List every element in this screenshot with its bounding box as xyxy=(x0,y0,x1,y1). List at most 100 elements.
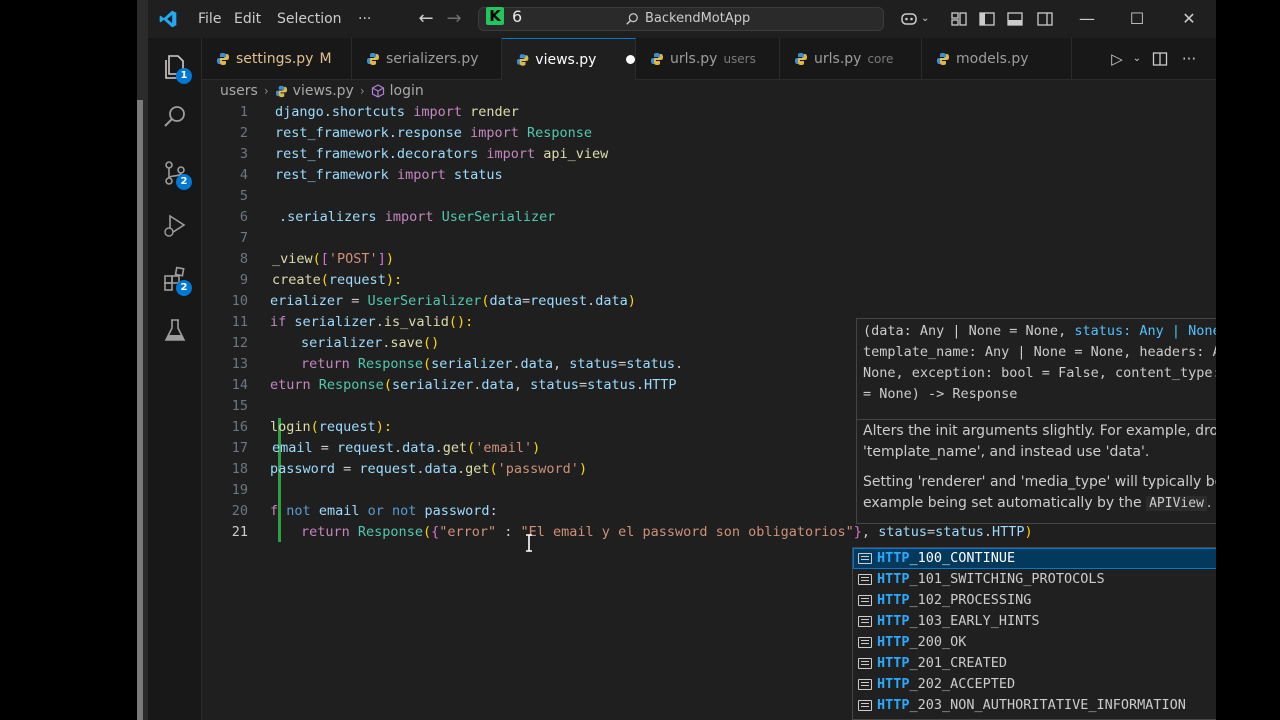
tab-description: users xyxy=(723,52,756,66)
more-actions-icon[interactable]: ··· xyxy=(1180,50,1198,68)
suggestion-item[interactable]: HTTP_100_CONTINUE xyxy=(853,548,1216,569)
scm-badge: 2 xyxy=(176,174,192,190)
code-line-3: rest_framework.decorators import api_vie… xyxy=(275,144,608,165)
tab-label: views.py xyxy=(535,51,597,68)
editor-tabs: settings.py M serializers.py views.py ur… xyxy=(202,38,1216,80)
unsaved-dot-icon[interactable] xyxy=(626,55,635,64)
copilot-icon[interactable] xyxy=(900,10,918,28)
suggestion-item[interactable]: HTTP_101_SWITCHING_PROTOCOLS xyxy=(853,569,1216,590)
tab-serializers-py[interactable]: serializers.py xyxy=(352,38,502,80)
token: create xyxy=(272,272,321,288)
code-line-16: login(request): xyxy=(270,417,392,438)
code-line-6: .serializers import UserSerializer xyxy=(279,207,555,228)
suggestion-rest: _200_OK xyxy=(909,634,967,650)
menu-file[interactable]: File xyxy=(194,0,225,38)
line-number: 2 xyxy=(239,125,248,141)
suggestion-item[interactable]: HTTP_202_ACCEPTED xyxy=(853,674,1216,695)
code-line-11: if serializer.is_valid(): xyxy=(270,312,473,333)
token: f xyxy=(270,503,279,519)
suggestion-item[interactable]: HTTP_200_OK xyxy=(853,632,1216,653)
copilot-chevron-icon[interactable]: ⌄ xyxy=(921,10,939,28)
token: 'email' xyxy=(475,440,533,456)
token: = xyxy=(335,461,360,477)
token: ) xyxy=(627,293,636,309)
token: ( xyxy=(383,377,392,393)
code-line-21: return Response({"error" : "El email y e… xyxy=(301,522,1033,543)
suggestion-match: HTTP xyxy=(877,571,910,587)
k-logo-icon: K xyxy=(486,7,504,25)
run-dropdown-icon[interactable]: ⌄ xyxy=(1128,50,1146,68)
token: Response xyxy=(357,524,423,540)
search-text: BackendMotApp xyxy=(645,11,751,26)
tab-settings-py[interactable]: settings.py M xyxy=(202,38,352,80)
search-view-icon[interactable] xyxy=(160,102,190,132)
forward-arrow-icon[interactable]: → xyxy=(444,9,464,29)
menu-edit[interactable]: Edit xyxy=(230,0,265,38)
toggle-secondary-sidebar-icon[interactable] xyxy=(1036,10,1054,28)
enum-member-icon xyxy=(858,637,872,648)
split-editor-icon[interactable] xyxy=(1152,51,1168,67)
tab-urls-py-users[interactable]: urls.py users xyxy=(636,38,780,80)
suggestion-item[interactable]: HTTP_102_PROCESSING xyxy=(853,590,1216,611)
token: status xyxy=(569,356,619,372)
token: status xyxy=(530,377,579,393)
line-number: 4 xyxy=(239,167,248,183)
modified-indicator: M xyxy=(319,51,332,67)
suggestion-item[interactable]: HTTP_103_EARLY_HINTS xyxy=(853,611,1216,632)
token: status xyxy=(587,377,636,393)
breadcrumb: users › views.py › login xyxy=(202,80,1216,102)
line-number: 6 xyxy=(239,209,248,225)
breadcrumb-file[interactable]: views.py xyxy=(293,83,354,99)
close-window-icon[interactable]: ✕ xyxy=(1166,0,1212,38)
breadcrumb-symbol[interactable]: login xyxy=(390,83,424,99)
code-line-17: email = request.data.get('email') xyxy=(272,438,540,459)
doc-text: . xyxy=(1206,495,1212,511)
suggestion-match: HTTP xyxy=(877,697,910,713)
line-number: 10 xyxy=(231,293,248,309)
line-number: 21 xyxy=(231,524,248,540)
testing-flask-icon[interactable] xyxy=(160,316,190,346)
suggestion-item[interactable]: HTTP_203_NON_AUTHORITATIVE_INFORMATION xyxy=(853,695,1216,716)
minimize-icon[interactable]: — xyxy=(1064,0,1110,38)
token: ( xyxy=(312,251,321,267)
suggestion-item[interactable]: HTTP_201_CREATED xyxy=(853,653,1216,674)
run-debug-icon[interactable] xyxy=(160,210,190,240)
maximize-icon[interactable]: ☐ xyxy=(1114,0,1160,38)
layout-customize-icon[interactable] xyxy=(950,10,968,28)
tab-views-py[interactable]: views.py xyxy=(502,38,636,80)
toggle-primary-sidebar-icon[interactable] xyxy=(978,10,996,28)
token: request xyxy=(359,461,417,477)
tab-label: serializers.py xyxy=(386,51,479,67)
token: data xyxy=(481,377,514,393)
back-arrow-icon[interactable]: ← xyxy=(416,9,436,29)
line-number: 8 xyxy=(239,251,248,267)
token: ] xyxy=(377,251,386,267)
menu-selection[interactable]: Selection xyxy=(273,0,346,38)
line-number: 14 xyxy=(231,377,248,393)
python-file-icon xyxy=(795,53,807,65)
token: password xyxy=(270,461,336,477)
token: Response xyxy=(318,377,384,393)
popup-divider xyxy=(857,419,1216,420)
code-line-13: return Response(serializer.data, status=… xyxy=(301,354,683,375)
tab-models-py[interactable]: models.py xyxy=(922,38,1072,80)
token: status xyxy=(878,524,927,540)
token: ) xyxy=(1024,524,1033,540)
tab-urls-py-core[interactable]: urls.py core xyxy=(780,38,922,80)
command-center-search[interactable]: BackendMotApp xyxy=(478,7,884,31)
menu-more[interactable]: ··· xyxy=(354,0,375,38)
run-python-file-icon[interactable]: ▷ xyxy=(1108,50,1126,68)
line-number: 3 xyxy=(239,146,248,162)
line-number: 18 xyxy=(231,461,248,477)
token: data xyxy=(424,461,457,477)
breadcrumb-folder[interactable]: users xyxy=(220,83,258,99)
toggle-panel-icon[interactable] xyxy=(1006,10,1024,28)
suggestion-match: HTTP xyxy=(877,550,910,566)
enum-member-icon xyxy=(858,595,872,606)
enum-member-icon xyxy=(858,574,872,585)
line-number: 20 xyxy=(231,503,248,519)
token: ) xyxy=(385,251,394,267)
code-line-1: django.shortcuts import render xyxy=(275,102,519,123)
